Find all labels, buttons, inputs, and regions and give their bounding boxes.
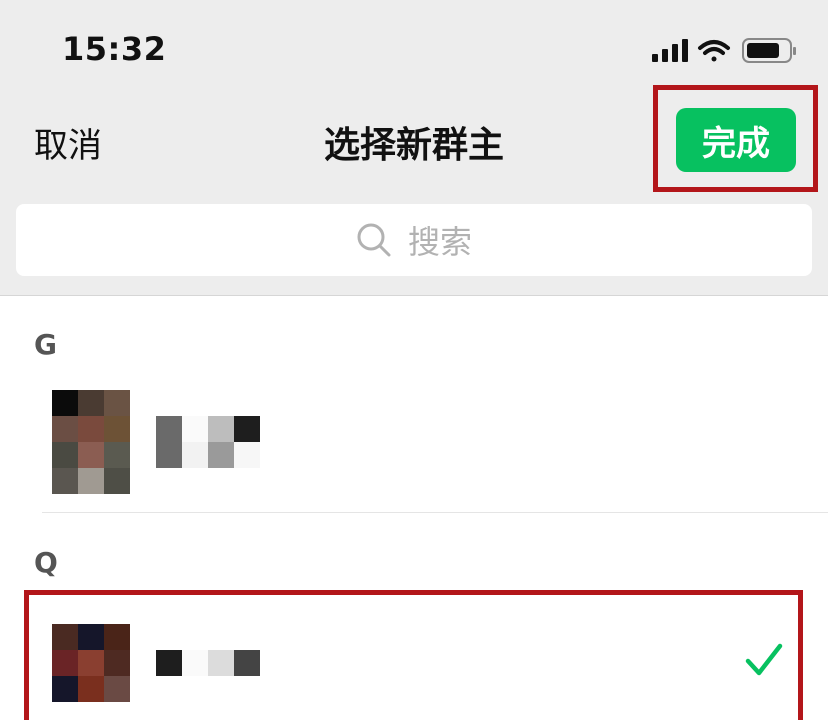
selection-highlight-frame (24, 590, 803, 720)
header-divider (0, 295, 828, 296)
signal-icon (652, 39, 688, 62)
search-placeholder: 搜索 (407, 223, 472, 261)
search-icon (357, 223, 391, 257)
avatar (52, 390, 130, 494)
search-input[interactable]: 搜索 (16, 204, 812, 276)
row-divider (42, 512, 828, 513)
wifi-icon (698, 40, 730, 62)
status-icons (650, 36, 800, 66)
section-letter-q: Q (34, 546, 58, 579)
section-letter-g: G (34, 328, 57, 361)
battery-icon (742, 38, 796, 63)
contact-name-blurred (156, 416, 260, 468)
status-time: 15:32 (62, 30, 167, 68)
done-button[interactable]: 完成 (676, 108, 796, 172)
